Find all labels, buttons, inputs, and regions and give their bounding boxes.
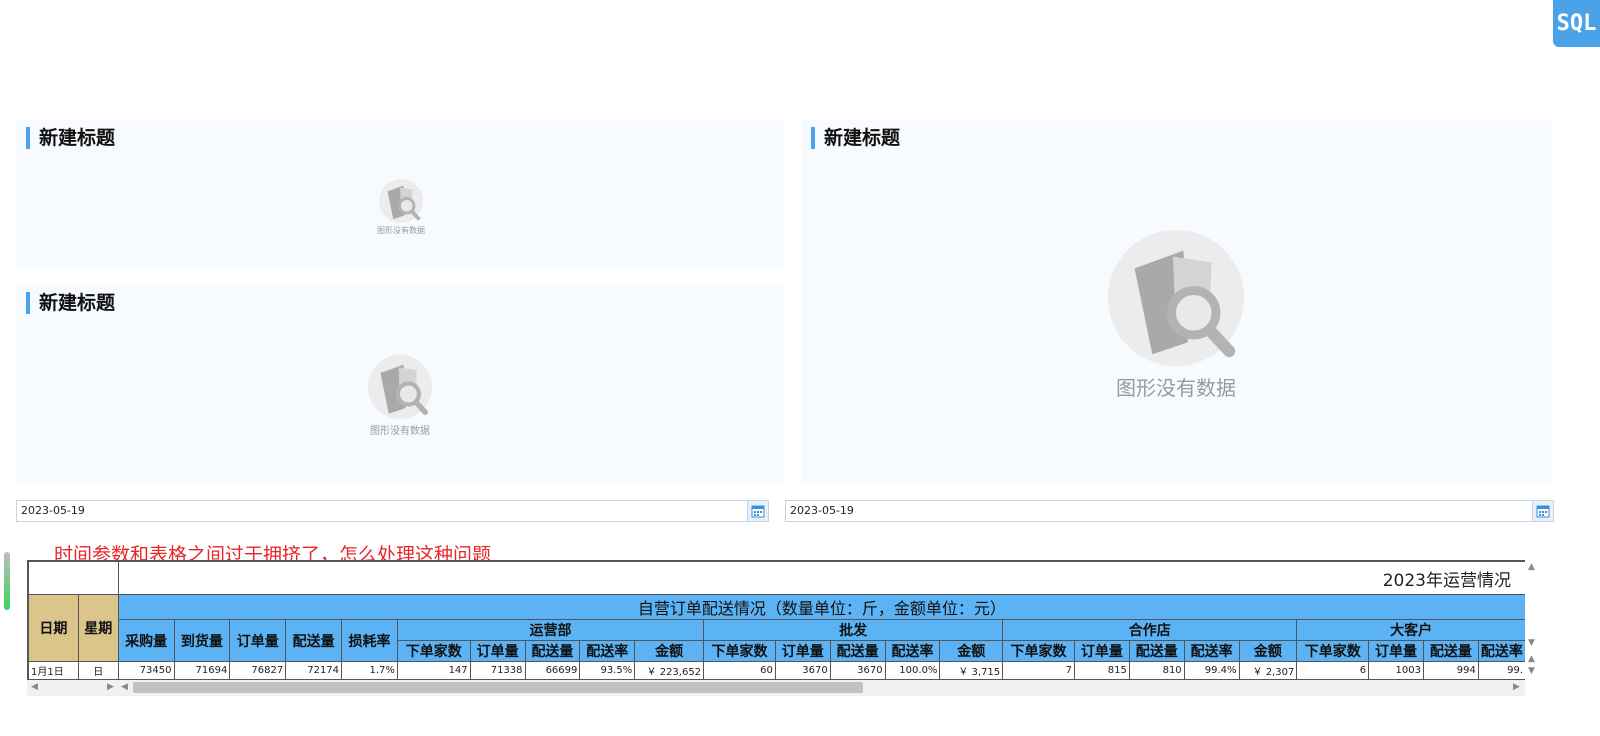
header-group: 大客户 xyxy=(1296,619,1526,641)
header-col: 采购量 xyxy=(117,619,175,662)
table-row: 1月1日 日 73450 71694 76827 72174 1.7% 147 … xyxy=(28,661,1526,680)
header-sub: 下单家数 xyxy=(1296,640,1370,662)
date-param-1[interactable]: 2023-05-19 xyxy=(16,500,769,522)
report-caption: 2023年运营情况 xyxy=(117,561,1526,595)
header-sub: 订单量 xyxy=(774,640,831,662)
table-cell: 7 xyxy=(1002,661,1075,680)
corner-cell xyxy=(28,561,119,595)
panel-title: 新建标题 xyxy=(26,292,115,314)
header-group: 合作店 xyxy=(1002,619,1298,641)
header-sub: 订单量 xyxy=(1073,640,1130,662)
vertical-scrollbar[interactable]: ▲ ▼ ▲ ▼ xyxy=(1525,560,1541,680)
chart-panel-3: 新建标题 图形没有数据 xyxy=(801,119,1552,484)
table-cell: 60 xyxy=(703,661,776,680)
calendar-icon[interactable] xyxy=(1532,501,1553,521)
no-data-icon xyxy=(378,178,424,224)
header-sub: 配送率 xyxy=(1183,640,1240,662)
report-table-viewport: 2023年运营情况 日期 星期 自营订单配送情况（数量单位：斤，金额单位：元） … xyxy=(27,560,1526,681)
table-cell: 71694 xyxy=(173,661,231,680)
header-sub: 配送量 xyxy=(1128,640,1185,662)
table-cell: 71338 xyxy=(469,661,526,680)
header-sub: 下单家数 xyxy=(396,640,471,662)
header-sub: 下单家数 xyxy=(703,640,776,662)
no-data-placeholder: 图形没有数据 xyxy=(1096,224,1256,401)
table-cell: 100.0% xyxy=(884,661,941,680)
no-data-caption: 图形没有数据 xyxy=(377,226,425,235)
scroll-down-icon[interactable]: ▼ xyxy=(1528,666,1535,676)
header-weekday: 星期 xyxy=(77,594,119,662)
no-data-placeholder: 图形没有数据 xyxy=(371,177,431,236)
scroll-left-icon[interactable]: ◀ xyxy=(31,682,38,692)
header-group: 批发 xyxy=(703,619,1004,641)
no-data-caption: 图形没有数据 xyxy=(370,426,430,437)
header-sub: 金额 xyxy=(939,640,1004,662)
table-cell: 73450 xyxy=(117,661,175,680)
scrollbar-thumb[interactable] xyxy=(133,682,863,693)
header-date: 日期 xyxy=(28,594,79,662)
header-sub: 配送率 xyxy=(1477,640,1526,662)
table-cell: 815 xyxy=(1073,661,1130,680)
header-sub: 配送率 xyxy=(579,640,636,662)
header-sub: 订单量 xyxy=(469,640,526,662)
chart-panel-2: 新建标题 图形没有数据 xyxy=(16,284,784,484)
report-table: 2023年运营情况 日期 星期 自营订单配送情况（数量单位：斤，金额单位：元） … xyxy=(28,561,1526,680)
table-cell: 3670 xyxy=(829,661,886,680)
no-data-icon xyxy=(1107,229,1245,367)
date-value: 2023-05-19 xyxy=(790,504,854,517)
panel-title: 新建标题 xyxy=(26,127,115,149)
header-sub: 配送量 xyxy=(1422,640,1479,662)
header-sub: 配送量 xyxy=(524,640,581,662)
report-banner: 自营订单配送情况（数量单位：斤，金额单位：元） xyxy=(117,594,1526,620)
cell-date: 1月1日 xyxy=(28,661,79,680)
table-cell: 3670 xyxy=(774,661,831,680)
table-cell: 6 xyxy=(1296,661,1370,680)
header-sub: 下单家数 xyxy=(1002,640,1075,662)
no-data-icon xyxy=(367,354,433,420)
header-col: 订单量 xyxy=(229,619,287,662)
table-cell: 147 xyxy=(396,661,471,680)
scroll-right-icon[interactable]: ▶ xyxy=(1513,682,1520,692)
header-sub: 配送量 xyxy=(829,640,886,662)
table-cell: 76827 xyxy=(229,661,287,680)
table-cell: 810 xyxy=(1128,661,1185,680)
table-cell: 93.5% xyxy=(579,661,636,680)
header-sub: 配送率 xyxy=(884,640,941,662)
side-scroll-indicator[interactable] xyxy=(4,552,10,610)
table-cell: 72174 xyxy=(285,661,343,680)
header-group: 运营部 xyxy=(396,619,705,641)
cell-weekday: 日 xyxy=(77,661,119,680)
chart-panel-1: 新建标题 图形没有数据 xyxy=(16,119,784,267)
table-cell: 1003 xyxy=(1368,661,1424,680)
panel-title: 新建标题 xyxy=(811,127,900,149)
header-sub: 金额 xyxy=(1238,640,1298,662)
no-data-placeholder: 图形没有数据 xyxy=(364,352,436,437)
table-cell: ￥ 3,715 xyxy=(939,661,1004,680)
sql-button[interactable]: SQL xyxy=(1553,0,1600,47)
table-cell: 66699 xyxy=(524,661,581,680)
header-col: 配送量 xyxy=(285,619,343,662)
scroll-up-icon[interactable]: ▲ xyxy=(1528,654,1535,664)
no-data-caption: 图形没有数据 xyxy=(1116,376,1236,400)
table-cell: 99. xyxy=(1477,661,1526,680)
scroll-left-icon[interactable]: ◀ xyxy=(121,682,128,692)
scroll-right-icon[interactable]: ▶ xyxy=(107,682,114,692)
scroll-up-icon[interactable]: ▲ xyxy=(1528,562,1535,572)
table-cell: 99.4% xyxy=(1183,661,1240,680)
scroll-down-icon[interactable]: ▼ xyxy=(1528,638,1535,648)
header-col: 到货量 xyxy=(173,619,231,662)
header-col: 损耗率 xyxy=(341,619,398,662)
table-cell: 994 xyxy=(1422,661,1479,680)
horizontal-scrollbar[interactable]: ◀ ▶ ◀ ▶ xyxy=(27,680,1525,696)
table-cell: 1.7% xyxy=(341,661,398,680)
table-cell: ￥ 223,652 xyxy=(634,661,705,680)
header-sub: 订单量 xyxy=(1368,640,1424,662)
table-cell: ￥ 2,307 xyxy=(1238,661,1298,680)
calendar-icon[interactable] xyxy=(747,501,768,521)
header-sub: 金额 xyxy=(634,640,705,662)
date-value: 2023-05-19 xyxy=(21,504,85,517)
date-param-2[interactable]: 2023-05-19 xyxy=(785,500,1554,522)
